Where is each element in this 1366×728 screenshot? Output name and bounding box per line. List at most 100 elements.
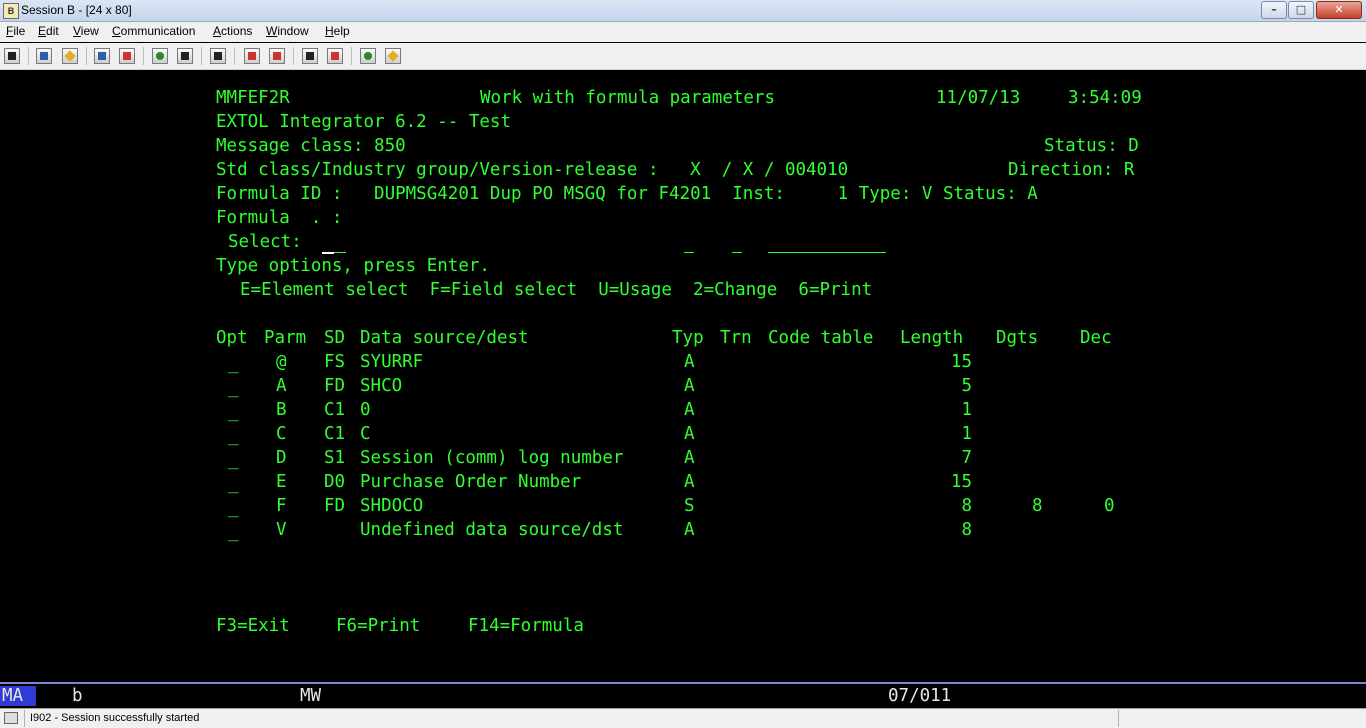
table-row: _ B C1 0 A 1 [0, 398, 1366, 422]
col-code-table: Code table [768, 328, 874, 348]
row-length: 15 [950, 352, 972, 372]
col-length: Length [900, 328, 964, 348]
screen-date: 11/07/13 [936, 88, 1021, 108]
f14-formula-key[interactable]: F14=Formula [468, 614, 584, 638]
row-opt-input[interactable]: _ [228, 376, 239, 400]
table-row: _ @ FS SYURRF A 15 [0, 350, 1366, 374]
row-opt-input[interactable]: _ [228, 352, 239, 376]
col-trn: Trn [720, 328, 752, 348]
row-opt-input[interactable]: _ [228, 424, 239, 448]
menu-edit[interactable]: Edit [38, 24, 59, 38]
row-typ: A [684, 472, 695, 492]
system-name: EXTOL Integrator 6.2 -- Test [216, 112, 512, 132]
file-transfer-icon[interactable] [327, 48, 343, 64]
status-message: I902 - Session successfully started [30, 712, 200, 724]
window-title: Session B - [24 x 80] [21, 3, 132, 17]
status-indicator: b [72, 686, 83, 706]
table-row: _ C C1 C A 1 [0, 422, 1366, 446]
stop-macro-icon[interactable] [269, 48, 285, 64]
col-source: Data source/dest [360, 328, 529, 348]
row-opt-input[interactable]: _ [228, 520, 239, 544]
copy-icon[interactable] [36, 48, 52, 64]
row-parm: F [276, 496, 287, 516]
menu-file[interactable]: File [6, 24, 25, 38]
row-source: 0 [360, 400, 371, 420]
session-icon[interactable]: B [3, 3, 19, 19]
maximize-button[interactable]: □ [1288, 1, 1314, 19]
table-row: _ E D0 Purchase Order Number A 15 [0, 470, 1366, 494]
row-length: 7 [961, 448, 972, 468]
terminal-screen[interactable]: MMFEF2R Work with formula parameters 11/… [0, 70, 1366, 682]
menu-help[interactable]: Help [325, 24, 350, 38]
connection-icon [4, 712, 18, 724]
row-length: 1 [961, 400, 972, 420]
keyboard-icon[interactable] [177, 48, 193, 64]
title-bar: B Session B - [24 x 80] – □ ✕ [0, 0, 1366, 22]
row-sd: D0 [324, 472, 346, 492]
row-parm: E [276, 472, 287, 492]
f3-exit-key[interactable]: F3=Exit [216, 614, 290, 638]
menu-communication[interactable]: Communication [112, 24, 195, 38]
menu-bar: File Edit View Communication Actions Win… [0, 22, 1366, 42]
table-row: _ F FD SHDOCO S 8 8 0 [0, 494, 1366, 518]
screen-time: 3:54:09 [1068, 88, 1142, 108]
row-parm: D [276, 448, 287, 468]
row-sd: C1 [324, 400, 346, 420]
f6-print-key[interactable]: F6=Print [336, 614, 420, 638]
formula-id-line: Formula ID : DUPMSG4201 Dup PO MSGQ for … [216, 184, 1038, 204]
record-macro-icon[interactable] [244, 48, 260, 64]
program-name: MMFEF2R [216, 88, 290, 108]
lock-indicator: MW [300, 686, 322, 706]
status-bar: I902 - Session successfully started [0, 708, 1366, 728]
send-icon[interactable] [94, 48, 110, 64]
select-input-3[interactable] [732, 252, 742, 253]
menu-window[interactable]: Window [266, 24, 309, 38]
print-screen-icon[interactable] [4, 48, 20, 64]
row-sd: FD [324, 496, 346, 516]
menu-actions[interactable]: Actions [213, 24, 252, 38]
table-row: _ V Undefined data source/dst A 8 [0, 518, 1366, 542]
paste-icon[interactable] [62, 48, 78, 64]
row-parm: @ [276, 352, 287, 372]
col-sd: SD [324, 328, 346, 348]
row-source: SYURRF [360, 352, 424, 372]
row-source: SHDOCO [360, 496, 424, 516]
select-input-4[interactable] [768, 252, 886, 253]
operator-info-area: MA b MW 07/011 [0, 682, 1366, 708]
row-source: C [360, 424, 371, 444]
close-button[interactable]: ✕ [1316, 1, 1362, 19]
row-typ: S [684, 496, 695, 516]
row-opt-input[interactable]: _ [228, 400, 239, 424]
macro-icon[interactable] [210, 48, 226, 64]
col-opt: Opt [216, 328, 248, 348]
tag-icon[interactable] [385, 48, 401, 64]
row-opt-input[interactable]: _ [228, 472, 239, 496]
status-top: Status: D [1044, 136, 1139, 156]
instructions: Type options, press Enter. [216, 256, 490, 276]
row-length: 8 [961, 520, 972, 540]
row-opt-input[interactable]: _ [228, 496, 239, 520]
table-row: _ D S1 Session (comm) log number A 7 [0, 446, 1366, 470]
play-macro-icon[interactable] [302, 48, 318, 64]
receive-icon[interactable] [119, 48, 135, 64]
message-class: Message class: 850 [216, 136, 406, 156]
row-opt-input[interactable]: _ [228, 448, 239, 472]
row-length: 5 [961, 376, 972, 396]
col-parm: Parm [264, 328, 307, 348]
display-icon[interactable] [152, 48, 168, 64]
row-typ: A [684, 376, 695, 396]
toolbar [0, 43, 1366, 70]
row-source: Purchase Order Number [360, 472, 582, 492]
globe-icon[interactable] [360, 48, 376, 64]
row-length: 15 [950, 472, 972, 492]
row-source: Session (comm) log number [360, 448, 624, 468]
minimize-button[interactable]: – [1261, 1, 1287, 19]
row-parm: B [276, 400, 287, 420]
row-typ: A [684, 520, 695, 540]
cursor-position: 07/011 [888, 686, 952, 706]
row-dgts: 8 [1032, 496, 1043, 516]
screen-title: Work with formula parameters [480, 88, 776, 108]
select-input-2[interactable] [684, 252, 694, 253]
menu-view[interactable]: View [73, 24, 99, 38]
col-dec: Dec [1080, 328, 1112, 348]
